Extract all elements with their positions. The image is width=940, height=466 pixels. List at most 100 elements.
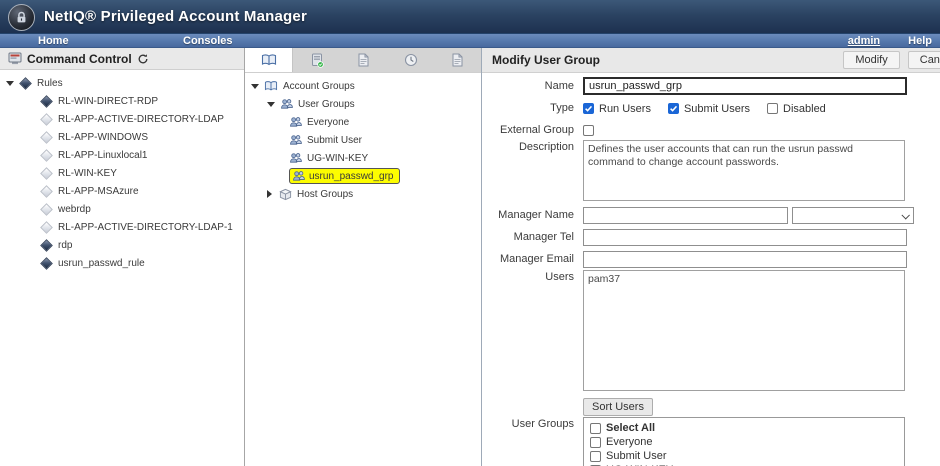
title-bar: NetIQ® Privileged Account Manager xyxy=(0,0,940,33)
tree-node-host-groups[interactable]: Host Groups xyxy=(245,185,481,203)
address-book-icon xyxy=(261,53,277,67)
tree-node-user-group[interactable]: UG-WIN-KEY xyxy=(245,149,481,167)
rule-diamond-icon xyxy=(40,184,53,198)
expand-arrow-icon[interactable] xyxy=(267,190,272,198)
select-all-option: Select All xyxy=(590,422,898,434)
name-input[interactable] xyxy=(583,77,907,95)
run-users-checkbox[interactable] xyxy=(583,103,594,114)
submit-users-option: Submit Users xyxy=(667,102,750,115)
description-label: Description xyxy=(518,141,574,153)
submit-users-checkbox[interactable] xyxy=(667,103,679,114)
manager-email-input[interactable] xyxy=(583,251,907,268)
manager-tel-label: Manager Tel xyxy=(513,231,574,243)
manager-name-label: Manager Name xyxy=(498,209,574,221)
checkbox-label: Select All xyxy=(606,422,656,434)
tab-hosts[interactable] xyxy=(293,48,340,72)
menu-help[interactable]: Help xyxy=(908,35,932,47)
tree-node-label: RL-WIN-KEY xyxy=(58,167,117,179)
tree-node-label: RL-APP-WINDOWS xyxy=(58,131,148,143)
tree-node-rule[interactable]: RL-APP-MSAzure xyxy=(0,182,244,200)
everyone-option: Everyone xyxy=(590,436,898,448)
cube-icon xyxy=(279,188,292,201)
tree-node-label: Submit User xyxy=(307,134,363,146)
command-control-title: Command Control xyxy=(27,51,132,66)
sort-users-button[interactable]: Sort Users xyxy=(583,398,653,416)
command-control-header: Command Control xyxy=(0,48,244,70)
cancel-button[interactable]: Cancel xyxy=(907,51,940,69)
users-icon xyxy=(289,116,302,128)
manager-name-select[interactable] xyxy=(792,207,914,224)
menu-consoles[interactable]: Consoles xyxy=(183,35,233,47)
external-group-label: External Group xyxy=(500,124,574,136)
rule-diamond-icon xyxy=(40,256,53,270)
rule-diamond-icon xyxy=(40,166,53,180)
everyone-checkbox[interactable] xyxy=(590,436,601,448)
rule-diamond-icon xyxy=(40,220,53,234)
rule-diamond-icon xyxy=(40,130,53,144)
tree-node-user-group[interactable]: Submit User xyxy=(245,131,481,149)
document-icon xyxy=(357,53,370,67)
tree-node-rule[interactable]: webrdp xyxy=(0,200,244,218)
run-users-option: Run Users xyxy=(583,103,651,115)
tree-node-label: RL-APP-Linuxlocal1 xyxy=(58,149,148,161)
tree-node-rules[interactable]: Rules xyxy=(0,74,244,92)
modify-button[interactable]: Modify xyxy=(843,51,900,69)
collapse-arrow-icon[interactable] xyxy=(267,101,275,107)
menu-admin-user[interactable]: admin xyxy=(848,35,880,47)
users-textarea[interactable]: pam37 xyxy=(583,270,905,391)
manager-tel-input[interactable] xyxy=(583,229,907,246)
tab-account-groups[interactable] xyxy=(245,48,293,72)
users-icon xyxy=(280,98,293,110)
modify-user-group-panel: Modify User Group Modify Cancel Name Typ… xyxy=(482,48,940,466)
collapse-arrow-icon[interactable] xyxy=(6,80,14,86)
tree-node-account-groups[interactable]: Account Groups xyxy=(245,77,481,95)
command-control-icon xyxy=(8,52,22,65)
main-menu-bar: Home Consoles admin Help xyxy=(0,33,940,48)
tree-node-rule[interactable]: RL-APP-ACTIVE-DIRECTORY-LDAP-1 xyxy=(0,218,244,236)
collapse-arrow-icon[interactable] xyxy=(251,83,259,89)
tree-node-label: webrdp xyxy=(58,203,91,215)
form-area: Name Type Run Users S xyxy=(482,73,940,466)
tree-node-user-groups[interactable]: User Groups xyxy=(245,95,481,113)
checkbox-label: Submit User xyxy=(606,450,667,462)
tree-node-rule[interactable]: RL-WIN-DIRECT-RDP xyxy=(0,92,244,110)
application-window: NetIQ® Privileged Account Manager Home C… xyxy=(0,0,940,466)
submit-user-checkbox[interactable] xyxy=(590,450,601,462)
command-control-panel: Command Control Rules RL-WIN-DIRECT-RDP … xyxy=(0,48,245,466)
external-group-checkbox[interactable] xyxy=(583,125,594,136)
padlock-icon xyxy=(14,10,29,25)
tree-node-user-group-selected[interactable]: usrun_passwd_grp xyxy=(245,167,481,185)
menu-home[interactable]: Home xyxy=(38,35,69,47)
groups-tab-bar xyxy=(245,48,481,73)
select-all-checkbox[interactable] xyxy=(590,422,601,434)
users-label: Users xyxy=(545,271,574,283)
selected-node-highlight[interactable]: usrun_passwd_grp xyxy=(289,168,400,184)
tree-node-rule[interactable]: RL-WIN-KEY xyxy=(0,164,244,182)
tree-node-user-group[interactable]: Everyone xyxy=(245,113,481,131)
description-textarea[interactable]: Defines the user accounts that can run t… xyxy=(583,140,905,201)
tab-scripts[interactable] xyxy=(340,48,387,72)
checkbox-label: Submit Users xyxy=(683,102,750,115)
tree-node-rule[interactable]: RL-APP-Linuxlocal1 xyxy=(0,146,244,164)
tree-node-label: User Groups xyxy=(298,98,355,110)
tree-node-rule[interactable]: usrun_passwd_rule xyxy=(0,254,244,272)
tab-reports[interactable] xyxy=(434,48,481,72)
tree-node-label: RL-WIN-DIRECT-RDP xyxy=(58,95,158,107)
users-icon xyxy=(289,152,302,164)
server-icon xyxy=(310,53,324,68)
disabled-checkbox[interactable] xyxy=(767,103,778,114)
clock-icon xyxy=(404,53,418,67)
tree-node-label: Rules xyxy=(37,77,63,89)
tree-node-rule[interactable]: RL-APP-WINDOWS xyxy=(0,128,244,146)
tree-node-label: rdp xyxy=(58,239,73,251)
manager-name-input[interactable] xyxy=(583,207,788,224)
tree-node-rule[interactable]: rdp xyxy=(0,236,244,254)
user-groups-label: User Groups xyxy=(511,418,574,430)
tab-schedule[interactable] xyxy=(387,48,434,72)
manager-email-label: Manager Email xyxy=(500,253,574,265)
account-groups-tree: Account Groups User Groups Everyone Subm… xyxy=(245,73,481,203)
tree-node-rule[interactable]: RL-APP-ACTIVE-DIRECTORY-LDAP xyxy=(0,110,244,128)
refresh-icon[interactable] xyxy=(137,53,149,65)
tree-node-label: RL-APP-ACTIVE-DIRECTORY-LDAP xyxy=(58,113,224,125)
checkbox-label: Disabled xyxy=(783,102,826,115)
